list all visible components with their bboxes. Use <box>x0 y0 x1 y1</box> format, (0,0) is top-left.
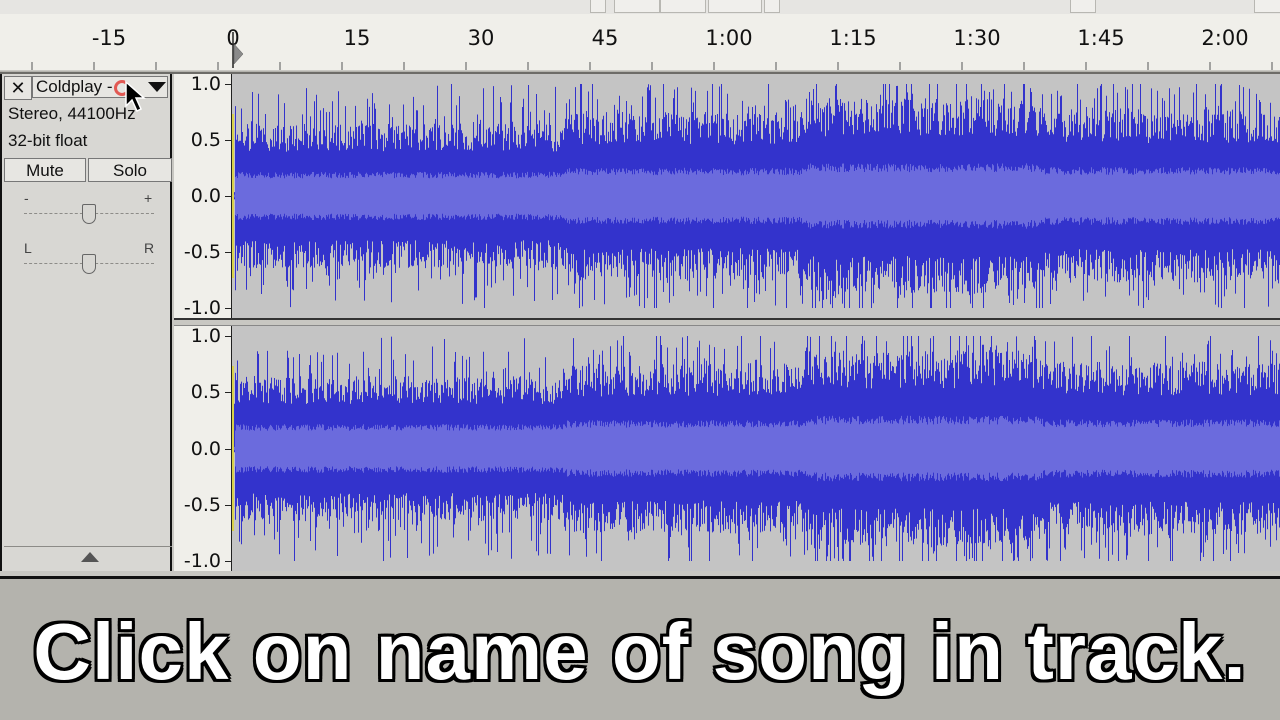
ruler-tick-label: 15 <box>343 26 371 50</box>
playhead-marker-icon[interactable] <box>231 30 245 70</box>
track-control-panel[interactable]: ✕ Coldplay - Stereo, 44100Hz 32-bit floa… <box>0 74 172 571</box>
toolbar-button[interactable] <box>764 0 780 13</box>
gain-slider-thumb[interactable] <box>82 204 96 224</box>
toolbar-strip <box>0 0 1280 14</box>
toolbar-button[interactable] <box>1254 0 1280 13</box>
amplitude-tick <box>225 561 231 562</box>
chevron-down-icon[interactable] <box>148 82 166 92</box>
amplitude-tick-label: 0.0 <box>190 185 221 207</box>
amplitude-tick-label: -0.5 <box>183 241 221 263</box>
pan-right-label: R <box>144 240 155 256</box>
timeline-ruler[interactable]: -15 0 15 30 45 1:00 1:15 1:30 1:45 2:00 <box>0 14 1280 71</box>
channel-divider[interactable] <box>174 318 1280 326</box>
amplitude-tick <box>225 196 231 197</box>
ruler-tick-label: -15 <box>91 26 127 50</box>
ruler-tick-label: 45 <box>591 26 619 50</box>
ruler-tick-label: 1:30 <box>953 26 1001 50</box>
amplitude-tick <box>225 392 231 394</box>
ruler-tick-label: 1:00 <box>705 26 753 50</box>
amplitude-tick <box>225 252 231 253</box>
amplitude-scale-right: 1.0 0.5 0.0 -0.5 -1.0 <box>174 325 232 572</box>
toolbar-button[interactable] <box>708 0 762 13</box>
ruler-tick-label: 2:00 <box>1201 26 1249 50</box>
ruler-tick-label: 30 <box>467 26 495 50</box>
collapse-track-button[interactable] <box>4 546 172 569</box>
amplitude-tick-label: 0.5 <box>190 129 221 151</box>
close-track-button[interactable]: ✕ <box>4 76 32 100</box>
amplitude-tick-label: 1.0 <box>190 73 221 95</box>
track-panel: ✕ Coldplay - Stereo, 44100Hz 32-bit floa… <box>0 72 1280 579</box>
gain-plus-label: + <box>144 190 153 206</box>
instruction-caption: Click on name of song in track. <box>33 607 1247 696</box>
mute-button[interactable]: Mute <box>4 158 86 182</box>
ruler-tick-label: 1:15 <box>829 26 877 50</box>
waveform-right <box>232 336 1280 561</box>
track-format: Stereo, 44100Hz <box>8 104 136 123</box>
amplitude-tick-label: -0.5 <box>183 493 221 516</box>
toolbar-button[interactable] <box>590 0 606 13</box>
amplitude-scale-left: 1.0 0.5 0.0 -0.5 -1.0 <box>174 73 232 319</box>
solo-button[interactable]: Solo <box>88 158 172 182</box>
toolbar-button[interactable] <box>660 0 706 13</box>
track-bit-depth: 32-bit float <box>8 131 88 150</box>
amplitude-tick <box>225 336 231 337</box>
mouse-pointer-icon <box>125 80 146 113</box>
toolbar-button[interactable] <box>1070 0 1096 13</box>
amplitude-tick-label: -1.0 <box>183 550 221 572</box>
collapse-up-icon <box>81 552 99 562</box>
waveform-left-channel[interactable] <box>232 74 1280 318</box>
amplitude-tick-label: -1.0 <box>183 297 221 319</box>
amplitude-tick <box>225 84 231 85</box>
pan-slider-thumb[interactable] <box>82 254 96 274</box>
amplitude-tick <box>225 140 231 141</box>
waveform-right-channel[interactable] <box>232 326 1280 571</box>
track-name-label: Coldplay - <box>36 77 113 96</box>
waveform-left <box>232 84 1280 308</box>
ruler-tick-label: 1:45 <box>1077 26 1125 50</box>
amplitude-tick-label: 0.0 <box>190 437 221 460</box>
amplitude-tick-label: 1.0 <box>190 325 221 347</box>
pan-left-label: L <box>24 240 32 256</box>
amplitude-tick <box>225 308 231 309</box>
amplitude-tick <box>225 448 231 450</box>
amplitude-tick-label: 0.5 <box>190 381 221 404</box>
gain-minus-label: - <box>24 190 29 206</box>
toolbar-button[interactable] <box>614 0 660 13</box>
close-icon: ✕ <box>10 78 26 98</box>
amplitude-tick <box>225 504 231 506</box>
